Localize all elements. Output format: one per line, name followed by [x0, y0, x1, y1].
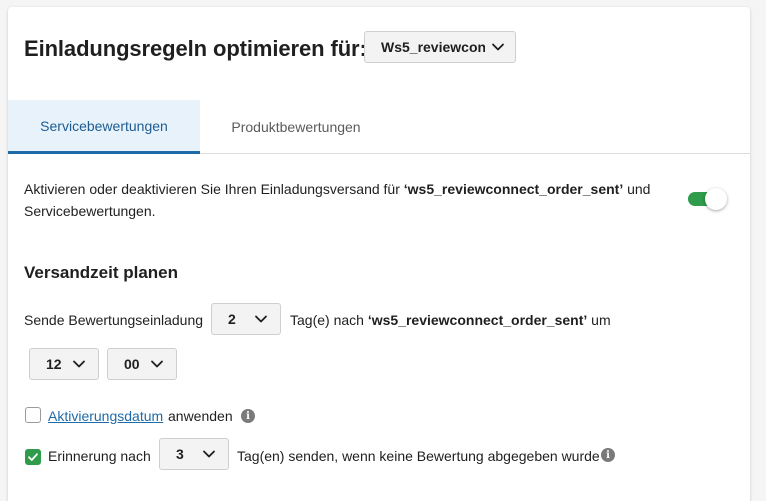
hour-select[interactable]: 12 [29, 348, 99, 380]
chevron-down-icon [72, 357, 86, 371]
reminder-checkbox[interactable] [25, 449, 41, 465]
invitation-toggle[interactable] [688, 188, 728, 210]
tab-produktbewertungen[interactable]: Produktbewertungen [200, 100, 392, 153]
at-label: um [587, 312, 611, 328]
header: Einladungsregeln optimieren für: Ws5_rev… [8, 7, 750, 100]
schedule-section-title: Versandzeit planen [24, 263, 178, 282]
reminder-days-select[interactable]: 3 [159, 438, 229, 470]
send-label: Sende Bewertungseinladung [24, 312, 204, 328]
after-event-text: Tag(e) nach ‘ws5_reviewconnect_order_sen… [290, 312, 611, 328]
account-select[interactable]: Ws5_reviewconnect [364, 31, 516, 63]
tab-bar: Servicebewertungen Produktbewertungen [8, 100, 750, 154]
checkmark-icon [28, 453, 38, 461]
days-select[interactable]: 2 [211, 303, 281, 335]
settings-card: Einladungsregeln optimieren für: Ws5_rev… [8, 7, 750, 501]
tab-servicebewertungen[interactable]: Servicebewertungen [8, 100, 200, 154]
reminder-days-value: 3 [176, 446, 184, 462]
minute-select[interactable]: 00 [107, 348, 177, 380]
toggle-knob [705, 188, 727, 210]
description-text: Aktivieren oder deaktivieren Sie Ihren E… [24, 181, 404, 197]
reminder-label: Erinnerung nach [48, 448, 151, 464]
chevron-down-icon [202, 447, 216, 461]
schedule-event: ‘ws5_reviewconnect_order_sent’ [367, 312, 588, 328]
info-icon[interactable]: i [601, 448, 615, 462]
activation-date-checkbox[interactable] [25, 407, 41, 423]
days-select-value: 2 [228, 311, 236, 327]
chevron-down-icon [491, 40, 505, 54]
activation-date-link[interactable]: Aktivierungsdatum [48, 408, 163, 424]
info-icon[interactable]: i [241, 409, 255, 423]
account-select-value: Ws5_reviewconnect [381, 39, 485, 55]
minute-select-value: 00 [124, 356, 140, 372]
reminder-post-text: Tag(en) senden, wenn keine Bewertung abg… [237, 448, 600, 464]
activation-description: Aktivieren oder deaktivieren Sie Ihren E… [24, 178, 664, 222]
description-event: ‘ws5_reviewconnect_order_sent’ [403, 181, 624, 197]
activation-apply-text: anwenden [168, 408, 233, 424]
hour-select-value: 12 [46, 356, 62, 372]
chevron-down-icon [150, 357, 164, 371]
after-label: Tag(e) nach [290, 312, 368, 328]
page-title: Einladungsregeln optimieren für: [24, 36, 367, 61]
chevron-down-icon [254, 312, 268, 326]
